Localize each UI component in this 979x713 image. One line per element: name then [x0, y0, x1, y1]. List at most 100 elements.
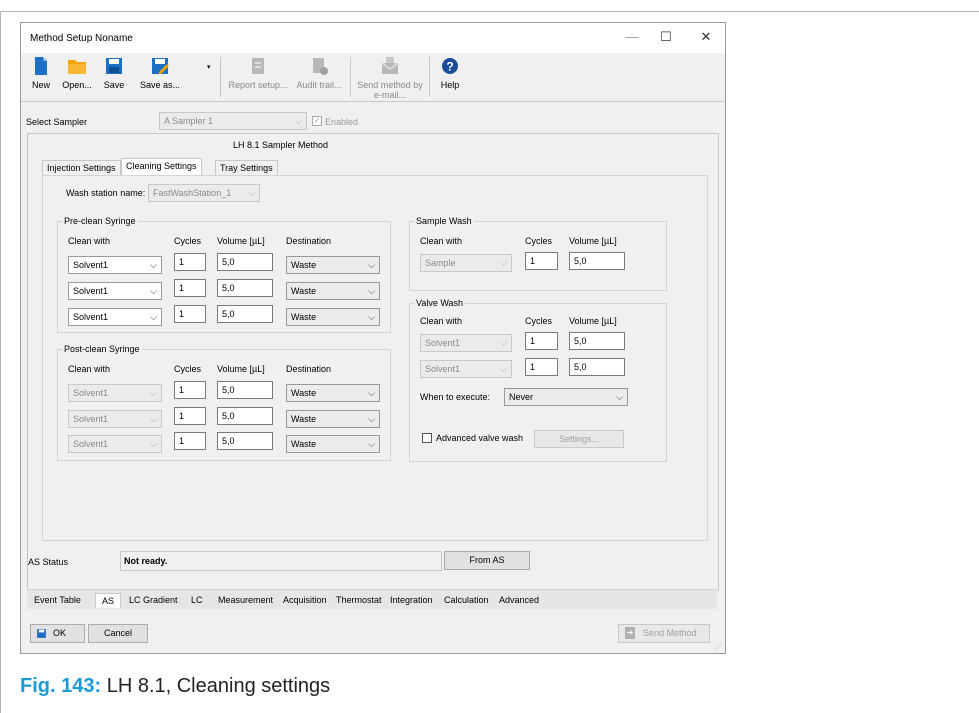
post-clean-cycles-input[interactable]: 1 — [174, 407, 206, 425]
pre-clean-destination-select[interactable]: Waste ⌵ — [286, 256, 380, 274]
pre-clean-destination-select[interactable]: Waste ⌵ — [286, 282, 380, 300]
resize-grip-icon[interactable]: ⋰ — [715, 643, 722, 651]
maximize-button[interactable]: ☐ — [651, 27, 681, 47]
bottom-tab-thermostat[interactable]: Thermostat — [336, 595, 382, 605]
save-as-dropdown-arrow-icon[interactable]: ▾ — [207, 63, 211, 71]
bottom-tab-lc-gradient[interactable]: LC Gradient — [129, 595, 178, 605]
sample-wash-volume-input[interactable]: 5,0 — [569, 252, 625, 270]
pre-clean-cycles-input[interactable]: 1 — [174, 305, 206, 323]
post-clean-destination-select[interactable]: Waste ⌵ — [286, 435, 380, 453]
solvent-value: Solvent1 — [425, 364, 461, 374]
pre-clean-header-volume: Volume [µL] — [217, 236, 265, 246]
sample-wash-cycles-input[interactable]: 1 — [525, 252, 558, 270]
sample-wash-solvent-select[interactable]: Sample ⌵ — [420, 254, 512, 272]
method-panel: LH 8.1 Sampler Method Injection Settings… — [27, 133, 719, 591]
solvent-value: Solvent1 — [73, 388, 109, 398]
chevron-down-icon: ⌵ — [150, 260, 157, 270]
toolbar-separator — [220, 57, 221, 97]
save-as-icon — [152, 58, 169, 74]
when-to-execute-select[interactable]: Never ⌵ — [504, 388, 628, 406]
valve-wash-cycles-input[interactable]: 1 — [525, 358, 558, 376]
pre-clean-volume-input[interactable]: 5,0 — [217, 305, 273, 323]
bottom-tab-acquisition[interactable]: Acquisition — [283, 595, 327, 605]
open-button[interactable]: Open... — [59, 53, 95, 101]
ok-button[interactable]: OK — [30, 624, 85, 643]
bottom-tab-lc[interactable]: LC — [191, 595, 203, 605]
email-icon — [381, 57, 399, 74]
tab-cleaning-settings[interactable]: Cleaning Settings — [121, 158, 202, 175]
send-method-label-line1: Send method by — [357, 80, 423, 90]
toolbar-separator — [429, 57, 430, 97]
audit-trail-button[interactable]: Audit trail... — [293, 53, 345, 101]
post-clean-volume-input[interactable]: 5,0 — [217, 432, 273, 450]
pre-clean-solvent-select[interactable]: Solvent1 ⌵ — [68, 282, 162, 300]
audit-trail-label: Audit trail... — [296, 80, 342, 90]
post-clean-destination-select[interactable]: Waste ⌵ — [286, 410, 380, 428]
post-clean-solvent-select[interactable]: Solvent1 ⌵ — [68, 410, 162, 428]
wash-station-select[interactable]: FastWashStation_1 ⌵ — [148, 184, 260, 202]
solvent-value: Sample — [425, 258, 456, 268]
save-as-button[interactable]: Save as... — [135, 53, 185, 101]
bottom-tab-event-table[interactable]: Event Table — [34, 595, 81, 605]
solvent-value: Solvent1 — [425, 338, 461, 348]
close-button[interactable]: ✕ — [691, 27, 721, 47]
pre-clean-volume-input[interactable]: 5,0 — [217, 279, 273, 297]
valve-wash-solvent-select[interactable]: Solvent1 ⌵ — [420, 360, 512, 378]
post-clean-cycles-input[interactable]: 1 — [174, 432, 206, 450]
save-button[interactable]: Save — [99, 53, 129, 101]
pre-clean-cycles-input[interactable]: 1 — [174, 279, 206, 297]
post-clean-destination-select[interactable]: Waste ⌵ — [286, 384, 380, 402]
toolbar-separator — [350, 57, 351, 97]
pre-clean-solvent-select[interactable]: Solvent1 ⌵ — [68, 256, 162, 274]
bottom-tab-integration[interactable]: Integration — [390, 595, 433, 605]
pre-clean-title: Pre-clean Syringe — [62, 216, 138, 226]
report-setup-label: Report setup... — [228, 80, 288, 90]
sampler-value: A Sampler 1 — [164, 116, 214, 126]
post-clean-volume-input[interactable]: 5,0 — [217, 381, 273, 399]
bottom-tab-measurement[interactable]: Measurement — [218, 595, 273, 605]
tab-tray-settings[interactable]: Tray Settings — [215, 160, 278, 175]
new-button[interactable]: New — [25, 53, 57, 101]
send-arrow-icon: ➜ — [625, 627, 635, 639]
bottom-tab-calculation[interactable]: Calculation — [444, 595, 489, 605]
pre-clean-volume-input[interactable]: 5,0 — [217, 253, 273, 271]
from-as-button[interactable]: From AS — [444, 551, 530, 570]
valve-wash-volume-input[interactable]: 5,0 — [569, 358, 625, 376]
svg-text:?: ? — [446, 60, 453, 74]
figure-text: LH 8.1, Cleaning settings — [106, 675, 331, 697]
tab-injection-settings[interactable]: Injection Settings — [42, 160, 121, 175]
enabled-checkbox[interactable]: ✓ — [312, 116, 322, 126]
chevron-down-icon: ⌵ — [500, 258, 507, 268]
bottom-tab-advanced[interactable]: Advanced — [499, 595, 539, 605]
valve-wash-header-volume: Volume [µL] — [569, 316, 617, 326]
bottom-tab-as[interactable]: AS — [95, 593, 122, 608]
valve-wash-cycles-input[interactable]: 1 — [525, 332, 558, 350]
minimize-button[interactable]: — — [617, 27, 647, 47]
pre-clean-destination-select[interactable]: Waste ⌵ — [286, 308, 380, 326]
send-method-button[interactable]: ➜ Send Method — [618, 624, 710, 643]
advanced-valve-wash-checkbox[interactable] — [422, 433, 432, 443]
post-clean-volume-input[interactable]: 5,0 — [217, 407, 273, 425]
valve-wash-settings-button[interactable]: Settings... — [534, 430, 624, 448]
chevron-down-icon: ⌵ — [150, 286, 157, 296]
as-status-label: AS Status — [28, 557, 69, 567]
pre-clean-header-cycles: Cycles — [174, 236, 202, 246]
chevron-down-icon: ⌵ — [150, 414, 157, 424]
post-clean-cycles-input[interactable]: 1 — [174, 381, 206, 399]
report-setup-button[interactable]: Report setup... — [227, 53, 289, 101]
pre-clean-solvent-select[interactable]: Solvent1 ⌵ — [68, 308, 162, 326]
solvent-value: Solvent1 — [73, 312, 109, 322]
help-button[interactable]: ? Help — [435, 53, 465, 101]
send-method-label-line2: e-mail... — [373, 90, 406, 100]
cancel-button[interactable]: Cancel — [88, 624, 148, 643]
chevron-down-icon: ⌵ — [248, 188, 255, 198]
send-method-email-button[interactable]: Send method by e-mail... — [357, 53, 423, 101]
sampler-select[interactable]: A Sampler 1 ⌵ — [159, 112, 307, 130]
floppy-disk-icon — [106, 58, 122, 74]
pre-clean-cycles-input[interactable]: 1 — [174, 253, 206, 271]
solvent-value: Solvent1 — [73, 414, 109, 424]
valve-wash-solvent-select[interactable]: Solvent1 ⌵ — [420, 334, 512, 352]
post-clean-solvent-select[interactable]: Solvent1 ⌵ — [68, 435, 162, 453]
post-clean-solvent-select[interactable]: Solvent1 ⌵ — [68, 384, 162, 402]
valve-wash-volume-input[interactable]: 5,0 — [569, 332, 625, 350]
